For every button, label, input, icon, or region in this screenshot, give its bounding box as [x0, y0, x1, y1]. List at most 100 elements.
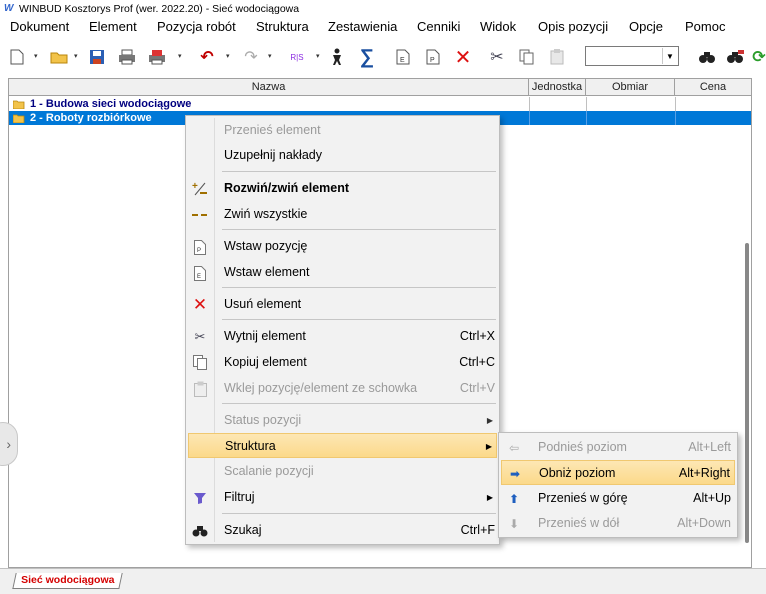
dropdown-arrow-icon[interactable]: ▾ [34, 52, 40, 62]
menu-item-label: Podnieś poziom [538, 440, 627, 454]
vertical-scrollbar[interactable] [745, 243, 749, 543]
collapse-all-icon [191, 206, 209, 224]
side-panel-toggle[interactable]: › [0, 422, 18, 466]
menu-item-usun-element[interactable]: ✕ Usuń element [188, 292, 497, 317]
menu-pomoc[interactable]: Pomoc [685, 19, 725, 34]
paste-icon [191, 380, 209, 398]
menu-item-zwin-wszystkie[interactable]: Zwiń wszystkie [188, 202, 497, 227]
submenu-arrow-icon: ▶ [485, 442, 492, 451]
menu-item-shortcut: Alt+Right [678, 466, 730, 480]
menu-item-wstaw-element[interactable]: E Wstaw element [188, 260, 497, 285]
column-header-jednostka[interactable]: Jednostka [529, 79, 586, 96]
column-header-nazwa[interactable]: Nazwa [9, 79, 529, 96]
cut-icon: ✂ [194, 329, 206, 344]
open-folder-icon[interactable] [48, 46, 70, 68]
toolbar-combo[interactable]: ▼ [585, 46, 679, 66]
menu-item-label: Szukaj [224, 523, 262, 537]
insert-element-icon[interactable]: E [392, 46, 414, 68]
menu-separator [222, 229, 496, 230]
menu-item-shortcut: Ctrl+V [459, 381, 495, 395]
filter-icon [191, 489, 209, 507]
row-label: 2 - Roboty rozbiórkowe [30, 112, 152, 124]
insert-element-icon: E [191, 264, 209, 282]
menu-dokument[interactable]: Dokument [10, 19, 69, 34]
find-next-icon[interactable] [724, 46, 746, 68]
position-icon[interactable] [326, 46, 348, 68]
open-folder-icon [13, 100, 25, 109]
dropdown-arrow-icon[interactable]: ▾ [268, 52, 274, 62]
menu-item-label: Wklej pozycję/element ze schowka [224, 381, 418, 395]
submenu-arrow-icon: ▶ [486, 416, 493, 425]
menu-item-kopiuj[interactable]: Kopiuj element Ctrl+C [188, 350, 497, 375]
delete-icon[interactable]: ✕ [452, 46, 474, 69]
column-header-obmiar[interactable]: Obmiar [586, 79, 675, 96]
copy-icon[interactable] [516, 46, 538, 68]
menu-opcje[interactable]: Opcje [629, 19, 663, 34]
arrow-down-icon: ⬇ [508, 516, 520, 531]
menu-item-przenies-element[interactable]: Przenieś element [188, 118, 497, 143]
menu-item-struktura[interactable]: Struktura ▶ [188, 433, 497, 458]
menu-item-label: Scalanie pozycji [224, 464, 314, 478]
expand-collapse-icon: + [191, 180, 209, 198]
insert-position-icon[interactable]: P [422, 46, 444, 68]
dropdown-arrow-icon[interactable]: ▾ [178, 52, 184, 62]
insert-position-icon: P [191, 238, 209, 256]
new-document-icon[interactable] [6, 46, 28, 68]
menu-item-wytnij[interactable]: ✂ Wytnij element Ctrl+X [188, 324, 497, 349]
menu-item-shortcut: Alt+Up [693, 491, 731, 505]
menu-struktura[interactable]: Struktura [256, 19, 309, 34]
menu-cenniki[interactable]: Cenniki [417, 19, 460, 34]
binoculars-icon [191, 522, 209, 540]
menu-item-szukaj[interactable]: Szukaj Ctrl+F [188, 518, 497, 543]
row-label: 1 - Budowa sieci wodociągowe [30, 98, 192, 110]
menu-item-podnies-poziom[interactable]: ⇦ Podnieś poziom Alt+Left [501, 435, 735, 460]
print-icon[interactable] [116, 46, 138, 68]
menu-item-wklej[interactable]: Wklej pozycję/element ze schowka Ctrl+V [188, 376, 497, 401]
find-icon[interactable] [696, 46, 718, 68]
menu-item-status-pozycji[interactable]: Status pozycji ▶ [188, 408, 497, 433]
menu-item-przenies-w-gore[interactable]: ⬆ Przenieś w górę Alt+Up [501, 486, 735, 511]
column-header-cena[interactable]: Cena [675, 79, 751, 96]
menu-separator [222, 287, 496, 288]
menu-item-label: Usuń element [224, 297, 302, 311]
menu-item-przenies-w-dol[interactable]: ⬇ Przenieś w dół Alt+Down [501, 511, 735, 536]
copy-icon [191, 354, 209, 372]
chevron-down-icon[interactable]: ▼ [662, 48, 677, 64]
menu-pozycja-robot[interactable]: Pozycja robót [157, 19, 236, 34]
document-tab-bar: Sieć wodociągowa [0, 568, 766, 594]
dropdown-arrow-icon[interactable]: ▾ [316, 52, 322, 62]
menu-widok[interactable]: Widok [480, 19, 516, 34]
menu-item-wstaw-pozycje[interactable]: P Wstaw pozycję [188, 234, 497, 259]
submenu-struktura: ⇦ Podnieś poziom Alt+Left ➡ Obniż poziom… [498, 432, 738, 538]
menu-item-obniz-poziom[interactable]: ➡ Obniż poziom Alt+Right [501, 460, 735, 485]
menu-element[interactable]: Element [89, 19, 137, 34]
menu-item-shortcut: Alt+Left [688, 440, 731, 454]
svg-text:P: P [430, 57, 435, 64]
table-row[interactable]: 1 - Budowa sieci wodociągowe [9, 97, 751, 111]
title-bar: W WINBUD Kosztorys Prof (wer. 2022.20) -… [0, 0, 766, 17]
refresh-icon[interactable]: ⟳ [748, 46, 766, 68]
menu-opis-pozycji[interactable]: Opis pozycji [538, 19, 608, 34]
redo-icon[interactable]: ↷ [240, 46, 262, 68]
undo-icon[interactable]: ↶ [196, 46, 218, 68]
menu-item-rozwin-zwin[interactable]: + Rozwiń/zwiń element [188, 176, 497, 201]
cut-icon[interactable]: ✂ [486, 46, 508, 68]
print-pdf-icon[interactable] [146, 46, 168, 68]
menu-zestawienia[interactable]: Zestawienia [328, 19, 397, 34]
dropdown-arrow-icon[interactable]: ▾ [74, 52, 80, 62]
window-title: WINBUD Kosztorys Prof (wer. 2022.20) - S… [19, 2, 300, 15]
rms-icon[interactable]: R|S [286, 46, 308, 68]
arrow-up-icon: ⬆ [508, 491, 520, 506]
menu-item-filtruj[interactable]: Filtruj ▶ [188, 485, 497, 510]
dropdown-arrow-icon[interactable]: ▾ [226, 52, 232, 62]
menu-item-shortcut: Ctrl+X [459, 329, 495, 343]
paste-icon[interactable] [546, 46, 568, 68]
menu-item-uzupelnij-naklady[interactable]: Uzupełnij nakłady [188, 143, 497, 168]
arrow-left-icon: ⇦ [508, 440, 520, 455]
tab-siec-wodociagowa[interactable]: Sieć wodociągowa [12, 573, 124, 589]
menu-item-shortcut: Ctrl+C [459, 355, 495, 369]
tab-label: Sieć wodociągowa [21, 574, 115, 586]
sum-icon[interactable]: ∑ [356, 46, 378, 68]
menu-item-scalanie-pozycji[interactable]: Scalanie pozycji [188, 459, 497, 484]
save-icon[interactable] [86, 46, 108, 68]
